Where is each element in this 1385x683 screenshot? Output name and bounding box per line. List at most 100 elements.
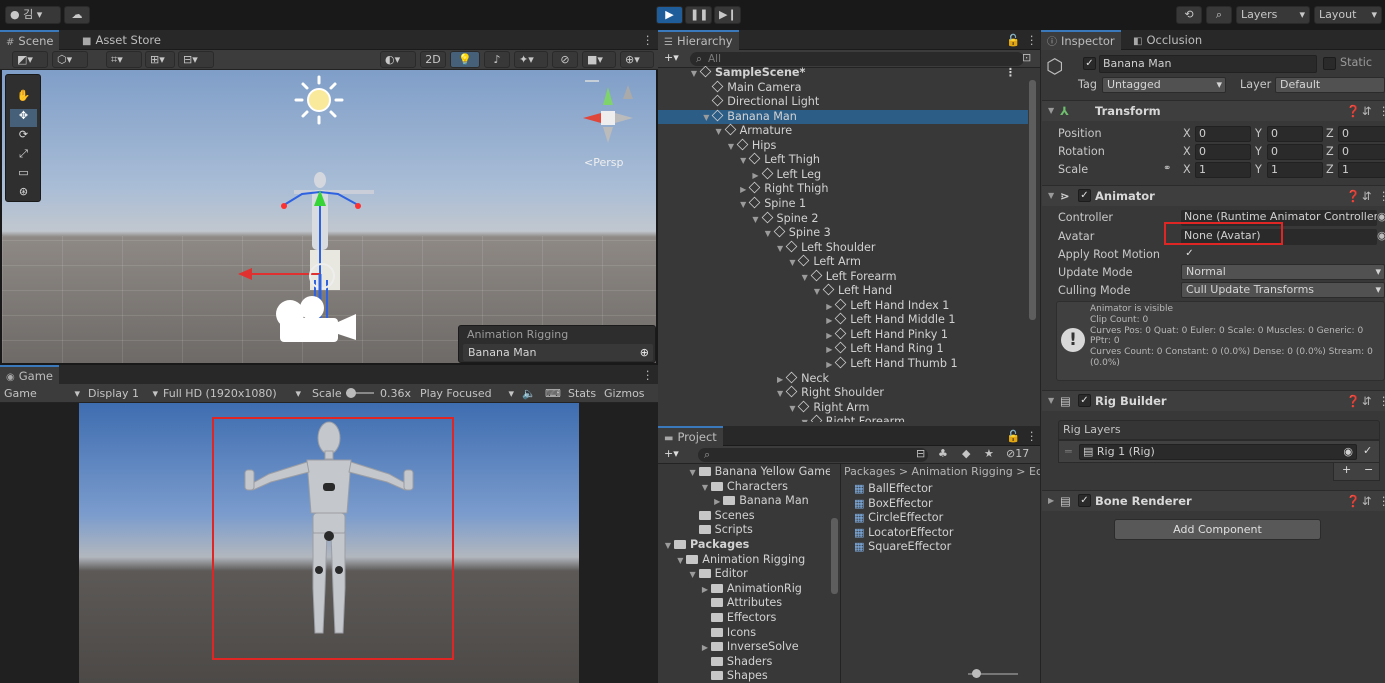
- layout-dropdown[interactable]: Layout ▾: [1314, 6, 1382, 24]
- hierarchy-item[interactable]: ▼ Left Shoulder: [658, 240, 1028, 257]
- asset-item[interactable]: ▦ LocatorEffector: [854, 526, 954, 541]
- shading-dropdown[interactable]: ⬡▾: [52, 51, 88, 68]
- transform-scale-y-field[interactable]: 1: [1267, 162, 1323, 178]
- transform-position-y-field[interactable]: 0: [1267, 126, 1323, 142]
- overlay-rig-field[interactable]: Banana Man ⊕: [463, 344, 653, 361]
- asset-item[interactable]: ▦ BallEffector: [854, 482, 933, 497]
- grid-snap-dropdown[interactable]: ⌗▾: [106, 51, 142, 68]
- tab-asset-store[interactable]: ■ Asset Store: [76, 30, 167, 50]
- align-dropdown[interactable]: ⊟▾: [178, 51, 214, 68]
- camera-dropdown[interactable]: ■▾: [582, 51, 616, 68]
- hierarchy-scrollbar[interactable]: [1029, 80, 1036, 320]
- transform-rotation-x-field[interactable]: 0: [1195, 144, 1251, 160]
- foldout-arrow-icon[interactable]: ▶: [823, 343, 835, 358]
- asset-item[interactable]: ▦ CircleEffector: [854, 511, 943, 526]
- step-button[interactable]: ▶❙: [714, 6, 741, 24]
- project-folder-item[interactable]: ▶ AnimationRig: [658, 582, 802, 597]
- foldout-arrow-icon[interactable]: ▼: [786, 256, 798, 271]
- tab-game[interactable]: ◉ Game: [0, 365, 59, 385]
- object-picker-icon[interactable]: ◉: [1343, 445, 1353, 459]
- foldout-arrow-icon[interactable]: ▶: [699, 583, 711, 598]
- hierarchy-search-input[interactable]: ⌕ All: [690, 52, 1024, 66]
- tab-scene[interactable]: # Scene: [0, 30, 60, 50]
- move-tool-icon[interactable]: ✥: [10, 109, 37, 127]
- foldout-arrow-icon[interactable]: ▼: [713, 125, 725, 140]
- project-folder-item[interactable]: ▼ Banana Yellow Game: [658, 465, 830, 480]
- more-icon[interactable]: ⋮: [1378, 101, 1385, 121]
- static-checkbox[interactable]: [1323, 57, 1336, 70]
- object-name-field[interactable]: Banana Man: [1099, 55, 1317, 73]
- active-checkbox[interactable]: ✓: [1083, 57, 1096, 70]
- help-icon[interactable]: ❓: [1346, 391, 1360, 411]
- hierarchy-item[interactable]: ▶ Left Hand Index 1: [658, 298, 1028, 314]
- foldout-arrow-icon[interactable]: ▼: [1048, 186, 1054, 206]
- add-component-button[interactable]: Add Component: [1114, 519, 1321, 540]
- project-folder-item[interactable]: Icons: [658, 626, 756, 641]
- hierarchy-item[interactable]: ▶ Left Hand Thumb 1: [658, 356, 1028, 373]
- rig-object-field[interactable]: ▤ Rig 1 (Rig) ◉: [1079, 444, 1357, 460]
- effects-dropdown[interactable]: ✦▾: [514, 51, 548, 68]
- foldout-arrow-icon[interactable]: ▶: [823, 329, 835, 344]
- update-mode-dropdown[interactable]: Normal ▾: [1181, 264, 1385, 280]
- scene-menu-icon[interactable]: ⋮: [1005, 66, 1016, 81]
- apply-root-motion-checkbox[interactable]: ✓: [1183, 248, 1196, 261]
- bone-renderer-enabled-checkbox[interactable]: ✓: [1078, 494, 1091, 507]
- project-folder-item[interactable]: ▼ Animation Rigging: [658, 553, 805, 568]
- hierarchy-item[interactable]: ▶ Left Hand Pinky 1: [658, 327, 1028, 344]
- foldout-arrow-icon[interactable]: ▼: [687, 466, 699, 481]
- project-folder-item[interactable]: Shaders: [658, 655, 772, 670]
- scale-tool-icon[interactable]: ⤢: [10, 147, 37, 165]
- tab-hierarchy[interactable]: ☰ Hierarchy: [658, 30, 739, 50]
- object-picker-icon[interactable]: ◉: [1377, 229, 1385, 242]
- hidden-packages-button[interactable]: ⊘17: [1006, 447, 1029, 460]
- hierarchy-item[interactable]: ▼ Spine 1: [658, 196, 1028, 212]
- search-by-type-icon[interactable]: ⊟: [916, 447, 925, 460]
- more-icon[interactable]: ⋮: [1378, 391, 1385, 411]
- hierarchy-item[interactable]: ▼ Right Shoulder: [658, 385, 1028, 401]
- foldout-arrow-icon[interactable]: ▼: [774, 242, 786, 257]
- hierarchy-item[interactable]: ▼ Armature: [658, 123, 1028, 140]
- hand-tool-icon[interactable]: ✋: [10, 89, 37, 107]
- foldout-arrow-icon[interactable]: ▼: [737, 154, 749, 169]
- filter-by-label-icon[interactable]: ♣: [938, 447, 948, 460]
- foldout-arrow-icon[interactable]: ▼: [1048, 101, 1054, 121]
- project-folder-item[interactable]: Scripts: [658, 523, 753, 538]
- help-icon[interactable]: ❓: [1346, 101, 1360, 121]
- foldout-arrow-icon[interactable]: ▶: [711, 495, 723, 510]
- tab-project[interactable]: ▬ Project: [658, 426, 723, 446]
- rig-builder-header[interactable]: ▼ ▤ ✓ Rig Builder ❓ ⇵ ⋮: [1042, 390, 1385, 411]
- project-folder-item[interactable]: ▼ Characters: [658, 480, 788, 495]
- animator-enabled-checkbox[interactable]: ✓: [1078, 189, 1091, 202]
- foldout-arrow-icon[interactable]: ▼: [662, 539, 674, 554]
- hierarchy-item[interactable]: ▼ SampleScene* ⋮: [658, 66, 1028, 81]
- stats-button[interactable]: Stats: [568, 385, 596, 402]
- layer-dropdown[interactable]: Default: [1275, 77, 1385, 93]
- foldout-arrow-icon[interactable]: ▼: [700, 111, 712, 126]
- hierarchy-item[interactable]: ▼ Left Arm: [658, 254, 1028, 271]
- animator-header[interactable]: ▼ ⋗ ✓ Animator ❓ ⇵ ⋮: [1042, 185, 1385, 206]
- foldout-arrow-icon[interactable]: ▼: [762, 227, 774, 242]
- project-tree-scrollbar[interactable]: [831, 518, 838, 594]
- pause-button[interactable]: ❚❚: [685, 6, 712, 24]
- project-folder-item[interactable]: ▼ Packages: [658, 538, 749, 553]
- hierarchy-item[interactable]: ▼ Left Forearm: [658, 269, 1028, 285]
- tab-occlusion[interactable]: ◧ Occlusion: [1127, 30, 1208, 50]
- foldout-arrow-icon[interactable]: ▼: [799, 416, 811, 422]
- project-folder-item[interactable]: ▶ Banana Man: [658, 494, 809, 509]
- presets-icon[interactable]: ⇵: [1362, 186, 1372, 206]
- hierarchy-item[interactable]: ▶ Neck: [658, 371, 1028, 387]
- camera-gizmo-icon[interactable]: [272, 292, 360, 344]
- foldout-arrow-icon[interactable]: ▼: [725, 140, 737, 155]
- scale-slider[interactable]: [346, 388, 374, 398]
- project-folder-item[interactable]: Shapes: [658, 669, 768, 683]
- hierarchy-item[interactable]: ▼ Hips: [658, 138, 1028, 155]
- foldout-arrow-icon[interactable]: ▶: [823, 358, 835, 373]
- project-search-input[interactable]: ⌕: [698, 448, 928, 462]
- gizmos-dropdown[interactable]: ⊕▾: [620, 51, 654, 68]
- game-mode-dropdown[interactable]: Game ▾: [4, 385, 82, 402]
- presets-icon[interactable]: ⇵: [1362, 391, 1372, 411]
- hierarchy-item[interactable]: ▼ Left Thigh: [658, 152, 1028, 169]
- hierarchy-item[interactable]: ▶ Left Hand Ring 1: [658, 342, 1028, 357]
- transform-position-x-field[interactable]: 0: [1195, 126, 1251, 142]
- tag-dropdown[interactable]: Untagged ▾: [1102, 77, 1226, 93]
